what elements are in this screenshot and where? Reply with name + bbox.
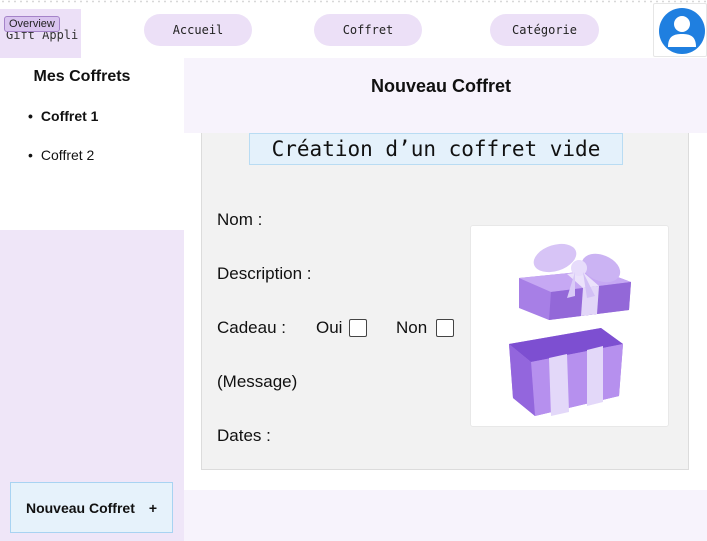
- footer-band: [184, 490, 707, 541]
- new-coffret-button[interactable]: Nouveau Coffret +: [10, 482, 173, 533]
- new-coffret-label: Nouveau Coffret: [25, 499, 135, 516]
- user-icon: [659, 8, 705, 54]
- message-label: (Message): [217, 372, 298, 391]
- overview-badge: Overview: [4, 16, 60, 32]
- non-checkbox[interactable]: [436, 319, 454, 337]
- non-label: Non: [396, 318, 428, 337]
- nom-label: Nom :: [217, 210, 263, 229]
- sidebar-title: Mes Coffrets: [33, 68, 131, 85]
- description-label: Description :: [217, 264, 312, 283]
- gift-image: [470, 225, 669, 427]
- user-avatar-button[interactable]: [653, 3, 707, 57]
- cadeau-label: Cadeau :: [217, 318, 286, 337]
- oui-label: Oui: [316, 318, 343, 337]
- sidebar-item-coffret-1[interactable]: Coffret 1: [28, 108, 99, 147]
- nav-accueil[interactable]: Accueil: [144, 14, 252, 46]
- dates-label: Dates :: [217, 426, 271, 445]
- top-dotted-border: [0, 0, 707, 3]
- nav-categorie[interactable]: Catégorie: [490, 14, 599, 46]
- nav-coffret[interactable]: Coffret: [314, 14, 422, 46]
- page-title: Nouveau Coffret: [370, 76, 511, 96]
- oui-checkbox[interactable]: [349, 319, 367, 337]
- plus-icon: +: [148, 499, 158, 516]
- gift-box-icon: [509, 243, 631, 416]
- sidebar-item-coffret-2[interactable]: Coffret 2: [28, 147, 98, 186]
- form-heading: Création d’un coffret vide: [249, 133, 623, 165]
- coffret-list: Coffret 1 Coffret 2: [28, 108, 99, 186]
